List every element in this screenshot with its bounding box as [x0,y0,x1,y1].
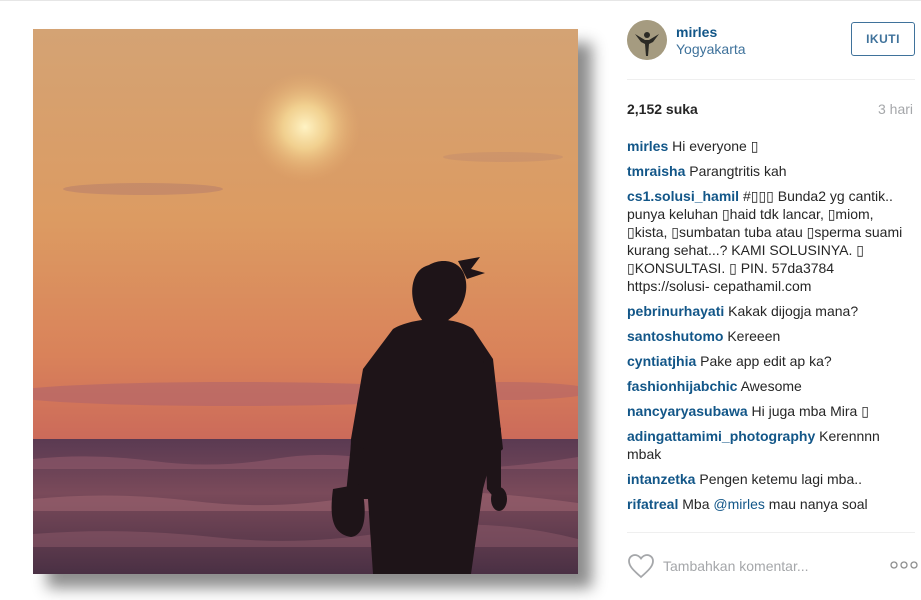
comment-username[interactable]: pebrinurhayati [627,303,724,319]
comment-username[interactable]: mirles [627,138,668,154]
more-options-icon[interactable] [890,559,918,571]
comment-username[interactable]: santoshutomo [627,328,723,344]
comment-text: Hi juga mba Mira ▯ [747,403,869,419]
comment-item: fashionhijabchic Awesome [627,377,915,395]
post-photo[interactable] [33,29,578,574]
comment-username[interactable]: rifatreal [627,496,678,512]
comment-text: Parangtritis kah [685,163,787,179]
footer-divider [627,532,915,533]
comment-text: Awesome [737,378,802,394]
avatar-image [627,20,667,60]
comment-mention[interactable]: @mirles [713,496,765,512]
comment-text-tail: mau nanya soal [764,496,868,512]
comment-text: Pake app edit ap ka? [696,353,832,369]
header-divider [627,79,915,80]
comment-username[interactable]: fashionhijabchic [627,378,737,394]
comment-item: cs1.solusi_hamil #▯▯▯ Bunda2 yg cantik..… [627,187,915,295]
comment-username[interactable]: cyntiatjhia [627,353,696,369]
comment-item: adingattamimi_photography Kerennnn mbak [627,427,915,463]
comment-username[interactable]: intanzetka [627,471,695,487]
post-footer [627,549,921,585]
comment-text: Kereeen [723,328,781,344]
post-sidebar: mirles Yogyakarta IKUTI 2,152 suka 3 har… [607,0,921,600]
comment-item: intanzetka Pengen ketemu lagi mba.. [627,470,915,488]
comment-item: tmraisha Parangtritis kah [627,162,915,180]
comment-item: rifatreal Mba @mirles mau nanya soal [627,495,915,513]
post-username[interactable]: mirles [676,24,717,40]
post-location[interactable]: Yogyakarta [676,41,746,57]
comment-username[interactable]: adingattamimi_photography [627,428,815,444]
comment-username[interactable]: nancyaryasubawa [627,403,748,419]
comment-item: cyntiatjhia Pake app edit ap ka? [627,352,915,370]
likes-count[interactable]: 2,152 suka [627,101,698,117]
comment-item: mirles Hi everyone ▯ [627,137,915,155]
comment-item: pebrinurhayati Kakak dijogja mana? [627,302,915,320]
post-photo-image [33,29,578,574]
comment-input[interactable] [663,555,873,577]
comment-username[interactable]: tmraisha [627,163,685,179]
comment-username[interactable]: cs1.solusi_hamil [627,188,739,204]
post-header: mirles Yogyakarta IKUTI [627,20,917,60]
comment-text: Kakak dijogja mana? [724,303,859,319]
comment-text: Hi everyone ▯ [668,138,759,154]
comment-text: Pengen ketemu lagi mba.. [695,471,863,487]
heart-icon[interactable] [627,553,655,579]
follow-button[interactable]: IKUTI [851,22,915,56]
avatar[interactable] [627,20,667,60]
post-time[interactable]: 3 hari [878,101,913,117]
comment-item: nancyaryasubawa Hi juga mba Mira ▯ [627,402,915,420]
comment-list: mirles Hi everyone ▯ tmraisha Parangtrit… [627,137,915,530]
comment-text: Mba [678,496,714,512]
comment-item: santoshutomo Kereeen [627,327,915,345]
